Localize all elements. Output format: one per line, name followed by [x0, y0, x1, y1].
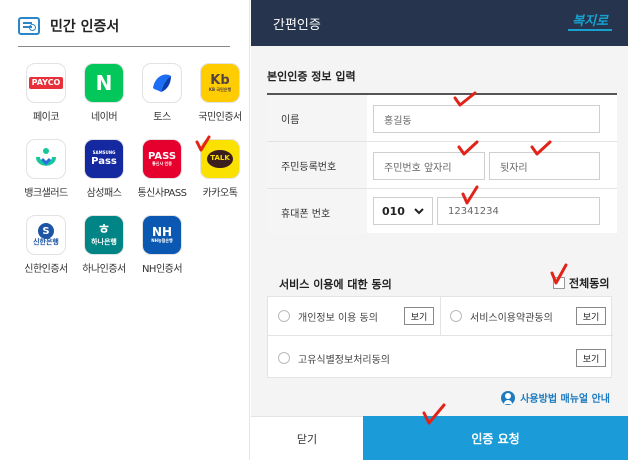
- kb-logo: Kb KB 국민은행: [201, 64, 239, 102]
- chevron-down-icon: [414, 205, 424, 218]
- name-row: 이름 홍길동: [267, 95, 617, 142]
- view-privacy-button[interactable]: 보기: [404, 307, 434, 325]
- agree-list: 개인정보 이용 동의 보기 서비스이용약관동의 보기 고유식별정보처리동의 보기: [267, 296, 613, 378]
- user-icon: [501, 390, 516, 405]
- rrn-label: 주민등록번호: [267, 142, 367, 188]
- section-title: 본인인증 정보 입력: [267, 70, 356, 83]
- provider-payco[interactable]: PAYCO 페이코: [18, 64, 74, 123]
- phone-label: 휴대폰 번호: [267, 189, 367, 235]
- provider-panel-title: 민간 인증서: [50, 19, 120, 35]
- provider-label: 통신사PASS: [137, 188, 187, 199]
- agree-title: 서비스 이용에 대한 동의: [279, 278, 392, 291]
- provider-label: NH인증서: [141, 264, 183, 275]
- rrn-row: 주민등록번호 주민번호 앞자리 뒷자리: [267, 142, 617, 189]
- provider-label: 토스: [153, 112, 171, 123]
- toss-icon: [143, 64, 181, 102]
- divider: [440, 297, 441, 335]
- provider-panel: 민간 인증서 PAYCO 페이코 N 네이버 토스 Kb KB 국민은행 국민인증…: [0, 0, 250, 460]
- phone-row: 휴대폰 번호 010 12341234: [267, 189, 617, 236]
- manual-link[interactable]: 사용방법 매뉴얼 안내: [501, 390, 610, 405]
- provider-toss[interactable]: 토스: [134, 64, 190, 123]
- agree-all-label: 전체동의: [569, 277, 610, 290]
- radio-button[interactable]: [278, 352, 290, 364]
- provider-label: 카카오톡: [202, 188, 238, 199]
- annotation-check-mark: [422, 403, 446, 425]
- annotation-check-mark: [457, 140, 479, 156]
- radio-button[interactable]: [278, 310, 290, 322]
- agree-item-label: 서비스이용약관동의: [470, 312, 553, 324]
- samsung-pass-logo: SAMSUNG Pass: [85, 140, 123, 178]
- provider-shinhan[interactable]: S 신한은행 신한인증서: [18, 216, 74, 275]
- banksalad-icon: [27, 140, 65, 178]
- provider-label: 네이버: [90, 112, 118, 123]
- radio-button[interactable]: [450, 310, 462, 322]
- provider-naver[interactable]: N 네이버: [76, 64, 132, 123]
- payco-logo: PAYCO: [27, 64, 65, 102]
- annotation-check-mark: [550, 263, 568, 285]
- provider-label: 페이코: [32, 112, 60, 123]
- auth-title: 간편인증: [273, 18, 321, 33]
- provider-label: 뱅크샐러드: [24, 188, 68, 199]
- annotation-check-mark: [461, 185, 479, 205]
- divider: [268, 335, 613, 336]
- phone-prefix-value: 010: [382, 204, 405, 218]
- agree-item-label: 개인정보 이용 동의: [298, 312, 378, 324]
- agree-item-label: 고유식별정보처리동의: [298, 354, 390, 366]
- agree-item-unique-id[interactable]: 고유식별정보처리동의: [278, 339, 390, 377]
- provider-samsungpass[interactable]: SAMSUNG Pass 삼성패스: [76, 140, 132, 199]
- brand-logo: 복지로: [568, 10, 612, 31]
- rrn-back-input[interactable]: 뒷자리: [489, 152, 600, 180]
- provider-telecom-pass[interactable]: PASS 통신사 인증 통신사PASS: [134, 140, 190, 199]
- name-label: 이름: [267, 95, 367, 141]
- auth-header: 간편인증 복지로: [251, 0, 628, 46]
- divider: [18, 46, 230, 47]
- annotation-check-mark: [195, 135, 211, 152]
- auth-panel: 간편인증 복지로 본인인증 정보 입력 이름 홍길동 주민등록번호 주민번호 앞…: [251, 0, 628, 460]
- agree-item-privacy[interactable]: 개인정보 이용 동의: [278, 297, 378, 335]
- name-input[interactable]: 홍길동: [373, 105, 600, 133]
- manual-link-label: 사용방법 매뉴얼 안내: [520, 394, 610, 405]
- close-button[interactable]: 닫기: [251, 416, 363, 460]
- view-terms-button[interactable]: 보기: [576, 307, 606, 325]
- identity-form: 이름 홍길동 주민등록번호 주민번호 앞자리 뒷자리 휴대폰 번호 010 12…: [267, 93, 617, 236]
- provider-label: 국민인증서: [198, 112, 242, 123]
- provider-kb[interactable]: Kb KB 국민은행 국민인증서: [192, 64, 248, 123]
- request-auth-button[interactable]: 인증 요청: [363, 416, 628, 460]
- rrn-front-input[interactable]: 주민번호 앞자리: [373, 152, 485, 180]
- provider-label: 삼성패스: [86, 188, 122, 199]
- annotation-check-mark: [453, 91, 477, 107]
- provider-nh[interactable]: NH NH농협은행 NH인증서: [134, 216, 190, 275]
- hana-logo: ㅎ 하나은행: [85, 216, 123, 254]
- annotation-check-mark: [530, 140, 552, 156]
- provider-label: 하나인증서: [82, 264, 126, 275]
- telecom-pass-logo: PASS 통신사 인증: [143, 140, 181, 178]
- agree-item-terms[interactable]: 서비스이용약관동의: [450, 297, 553, 335]
- view-unique-id-button[interactable]: 보기: [576, 349, 606, 367]
- provider-banksalad[interactable]: 뱅크샐러드: [18, 140, 74, 199]
- naver-logo: N: [85, 64, 123, 102]
- provider-hana[interactable]: ㅎ 하나은행 하나인증서: [76, 216, 132, 275]
- phone-prefix-select[interactable]: 010: [373, 197, 433, 225]
- certificate-icon: [18, 17, 40, 35]
- provider-panel-header: 민간 인증서: [18, 16, 119, 36]
- shinhan-logo: S 신한은행: [27, 216, 65, 254]
- nh-logo: NH NH농협은행: [143, 216, 181, 254]
- provider-label: 신한인증서: [24, 264, 68, 275]
